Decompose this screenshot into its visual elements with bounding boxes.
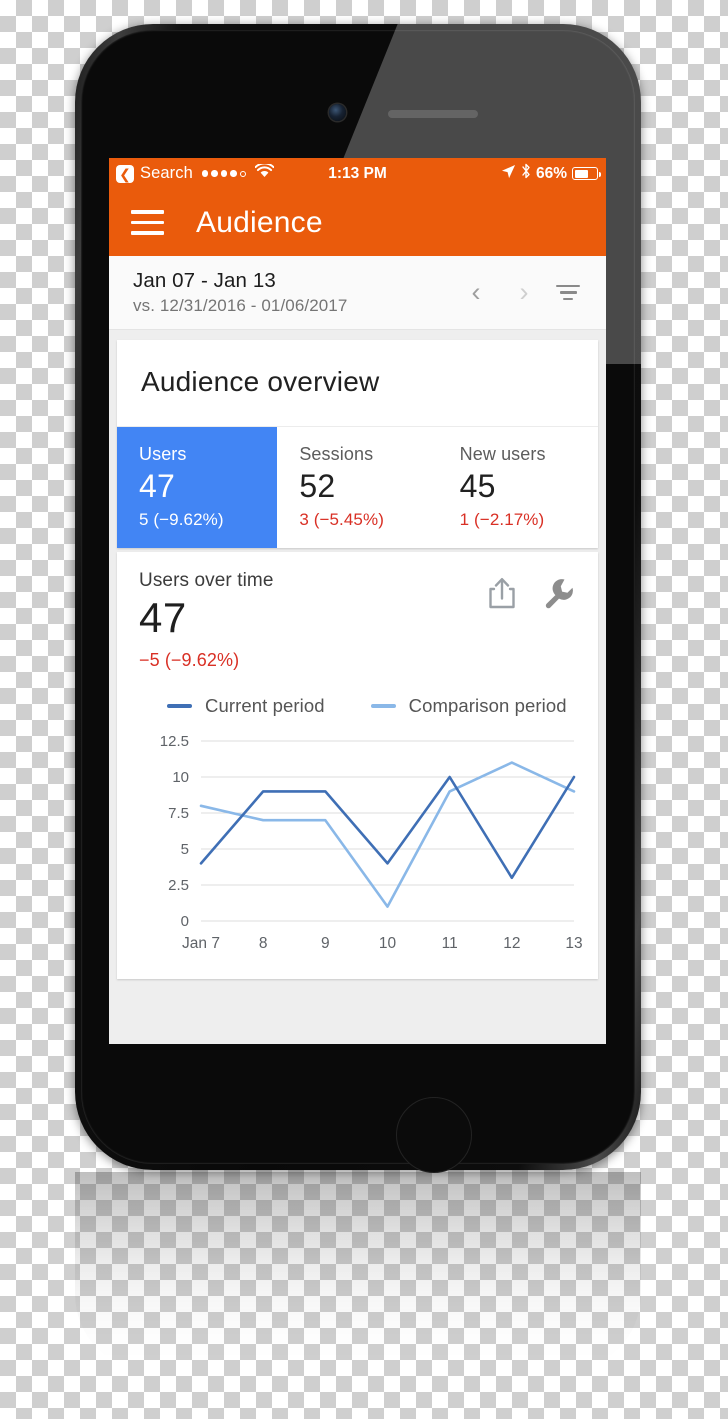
chart-legend: Current period Comparison period: [167, 695, 576, 717]
svg-text:11: 11: [442, 935, 458, 952]
wrench-icon[interactable]: [543, 577, 576, 615]
share-icon[interactable]: [487, 576, 517, 615]
status-bar: ❮ Search 1:13 PM 66%: [109, 158, 606, 189]
date-range-comparison: vs. 12/31/2016 - 01/06/2017: [133, 296, 348, 315]
chart-actions: [487, 570, 576, 615]
svg-text:8: 8: [259, 935, 268, 952]
svg-text:10: 10: [379, 935, 397, 952]
metric-card-new-users[interactable]: New users 45 1 (−2.17%): [438, 427, 598, 548]
svg-text:12: 12: [503, 935, 520, 952]
status-bar-clock: 1:13 PM: [328, 164, 387, 182]
svg-text:13: 13: [565, 935, 582, 952]
legend-item-current-period[interactable]: Current period: [167, 695, 325, 717]
filter-icon[interactable]: [548, 284, 588, 301]
chart-header: Users over time 47 −5 (−9.62%): [139, 570, 576, 671]
metric-value: 52: [299, 468, 336, 504]
svg-text:7.5: 7.5: [168, 805, 189, 822]
metric-label: Sessions: [299, 444, 374, 464]
metric-delta: 5 (−9.62%): [139, 510, 224, 529]
users-over-time-chart[interactable]: 0 2.5 5 7.5 10 12.5 Jan 7 8 9 10 11 12 13: [139, 733, 583, 963]
home-button[interactable]: [396, 1097, 472, 1173]
date-range-bar: Jan 07 - Jan 13 vs. 12/31/2016 - 01/06/2…: [109, 256, 606, 330]
chart-gridlines: [201, 740, 574, 922]
svg-text:Jan 7: Jan 7: [182, 935, 220, 952]
legend-label: Current period: [205, 695, 325, 717]
legend-swatch: [370, 703, 396, 709]
legend-item-comparison-period[interactable]: Comparison period: [370, 695, 567, 717]
svg-text:2.5: 2.5: [168, 877, 189, 894]
battery-icon: [572, 167, 601, 180]
line-chart-svg: 0 2.5 5 7.5 10 12.5 Jan 7 8 9 10 11 12 13: [160, 733, 583, 952]
metric-delta: 1 (−2.17%): [459, 510, 545, 529]
chart-header-texts: Users over time 47 −5 (−9.62%): [139, 570, 487, 671]
app-bar: Audience: [109, 189, 606, 256]
chart-title: Users over time: [139, 570, 274, 591]
legend-label: Comparison period: [408, 695, 567, 717]
hamburger-menu-icon[interactable]: [131, 210, 164, 235]
chart-big-value: 47: [139, 594, 187, 641]
device-reflection: [75, 1172, 641, 1372]
next-period-button[interactable]: ›: [500, 279, 548, 306]
metric-value: 45: [459, 468, 496, 504]
svg-text:0: 0: [181, 913, 189, 930]
audience-overview-card: Audience overview Users 47 5 (−9.62%) Se…: [117, 340, 598, 548]
metric-label: New users: [459, 444, 546, 464]
previous-period-button[interactable]: ‹: [452, 279, 500, 306]
metrics-row: Users 47 5 (−9.62%) Sessions 52 3 (−5.45…: [117, 426, 598, 548]
svg-text:9: 9: [321, 935, 330, 952]
front-camera-icon: [329, 104, 346, 121]
chart-y-axis-labels: 0 2.5 5 7.5 10 12.5: [160, 733, 189, 930]
metric-card-users[interactable]: Users 47 5 (−9.62%): [117, 427, 278, 548]
metric-label: Users: [139, 444, 187, 464]
metric-value: 47: [139, 468, 175, 504]
audience-overview-title: Audience overview: [141, 366, 380, 397]
earpiece-speaker: [388, 110, 478, 118]
svg-text:10: 10: [172, 769, 189, 786]
phone-screen: ❮ Search 1:13 PM 66% Audience Jan 07 - J…: [109, 158, 606, 1044]
metric-delta: 3 (−5.45%): [299, 510, 384, 529]
date-range-primary: Jan 07 - Jan 13: [133, 269, 276, 292]
date-range-texts[interactable]: Jan 07 - Jan 13 vs. 12/31/2016 - 01/06/2…: [133, 269, 452, 316]
content-area: Audience overview Users 47 5 (−9.62%) Se…: [109, 330, 606, 1044]
page-title: Audience: [196, 205, 323, 239]
users-over-time-card: Users over time 47 −5 (−9.62%) Current p…: [117, 552, 598, 980]
svg-text:12.5: 12.5: [160, 733, 189, 750]
svg-text:5: 5: [181, 841, 189, 858]
legend-swatch: [167, 703, 192, 709]
chart-x-axis-labels: Jan 7 8 9 10 11 12 13: [182, 935, 583, 952]
chart-delta: −5 (−9.62%): [139, 650, 240, 671]
metric-card-sessions[interactable]: Sessions 52 3 (−5.45%): [277, 427, 437, 548]
